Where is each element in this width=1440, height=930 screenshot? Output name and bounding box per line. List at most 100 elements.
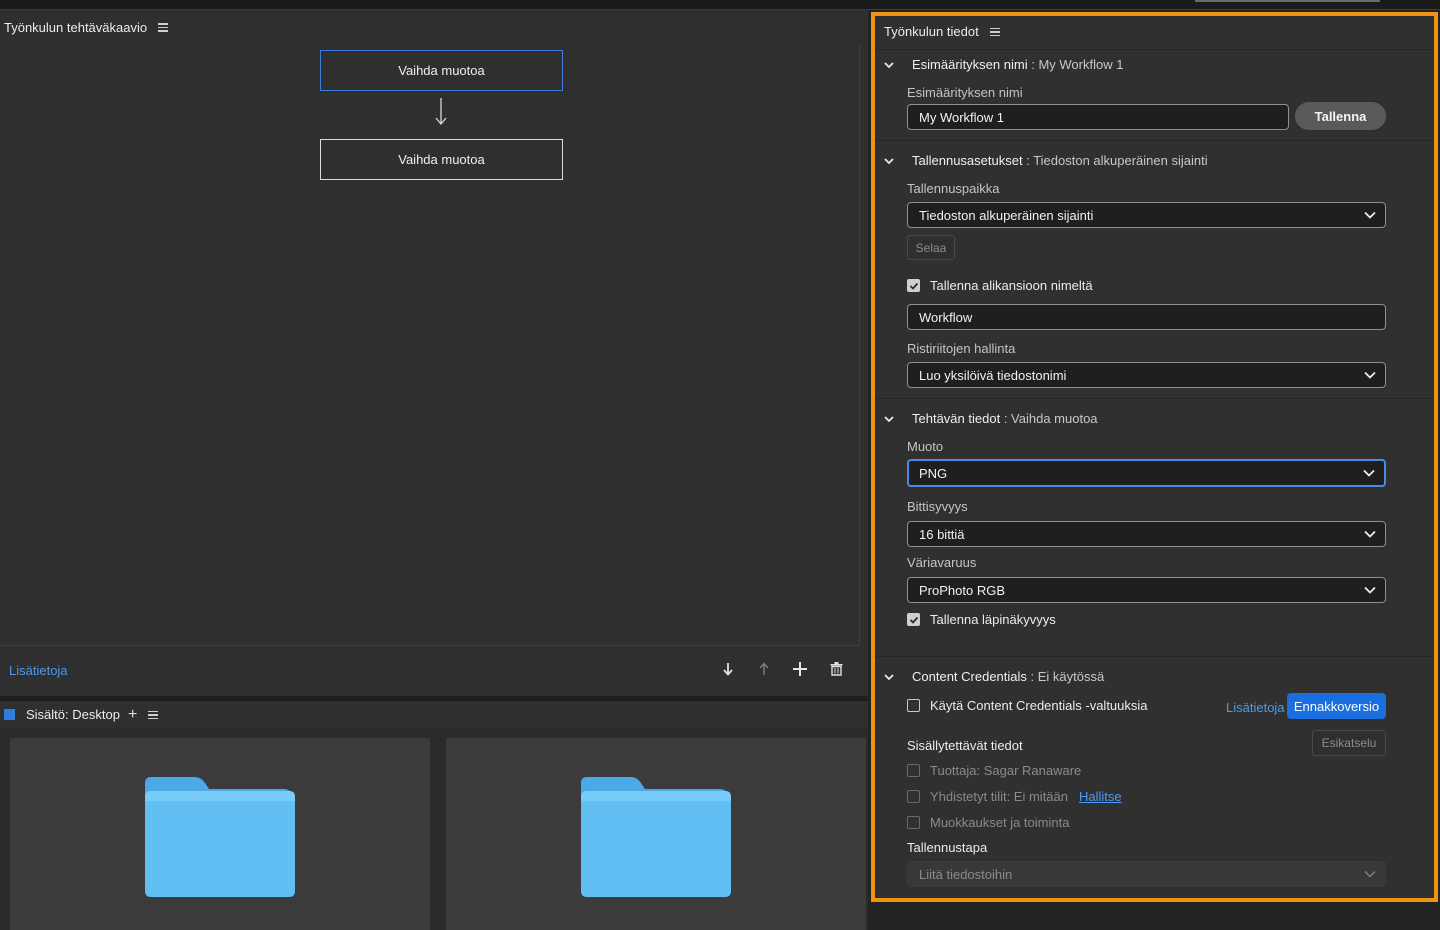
- save-preset-button[interactable]: Tallenna: [1295, 102, 1386, 130]
- chevron-down-icon: [1364, 371, 1376, 379]
- move-up-icon[interactable]: [755, 660, 773, 678]
- divider: [875, 398, 1434, 399]
- section-title: Content Credentials: [912, 669, 1027, 684]
- section-value: : Tiedoston alkuperäinen sijainti: [1026, 153, 1208, 168]
- workflow-footer: Lisätietoja: [0, 647, 868, 696]
- chevron-down-icon: [1364, 586, 1376, 594]
- checkmark-icon: [907, 279, 920, 292]
- checkbox-label: Tallenna alikansioon nimeltä: [930, 278, 1093, 293]
- use-credentials-checkbox[interactable]: Käytä Content Credentials -valtuuksia: [907, 698, 1148, 713]
- section-value: : Vaihda muotoa: [1003, 411, 1098, 426]
- folder-tile[interactable]: [10, 738, 430, 930]
- dropdown-value: PNG: [919, 465, 948, 481]
- format-label: Muoto: [907, 439, 944, 454]
- credentials-section-header[interactable]: Content Credentials : Ei käytössä: [884, 669, 1104, 684]
- toolbar-segment: [1195, 0, 1380, 2]
- content-title: Sisältö: Desktop: [26, 707, 120, 722]
- preset-name-label: Esimäärityksen nimi: [907, 85, 1023, 100]
- move-down-icon[interactable]: [719, 660, 737, 678]
- preset-name-input[interactable]: My Workflow 1: [907, 104, 1289, 130]
- storage-method-label: Tallennustapa: [907, 840, 988, 855]
- details-header: Työnkulun tiedot: [884, 24, 1000, 39]
- divider: [875, 49, 1434, 50]
- panel-title: Työnkulun tiedot: [884, 24, 979, 39]
- task-section-header[interactable]: Tehtävän tiedot : Vaihda muotoa: [884, 411, 1098, 426]
- trash-icon[interactable]: [827, 660, 845, 678]
- checkbox-label: Muokkaukset ja toiminta: [930, 815, 1070, 830]
- workflow-node[interactable]: Vaihda muotoa: [320, 50, 563, 91]
- divider: [875, 656, 1434, 657]
- node-label: Vaihda muotoa: [398, 63, 485, 78]
- folder-icon: [145, 777, 295, 897]
- edits-activity-checkbox[interactable]: Muokkaukset ja toiminta: [907, 815, 1069, 830]
- included-info-label: Sisällytettävät tiedot: [907, 738, 1023, 753]
- dropdown-value: Luo yksilöivä tiedostonimi: [919, 367, 1067, 383]
- checkbox-icon: [907, 790, 920, 803]
- workflow-chart-panel: Työnkulun tehtäväkaavio Vaihda muotoa Va…: [0, 10, 868, 696]
- input-value: My Workflow 1: [919, 109, 1004, 125]
- save-transparency-checkbox[interactable]: Tallenna läpinäkyvyys: [907, 612, 1056, 627]
- manage-link[interactable]: Hallitse: [1079, 789, 1122, 804]
- workflow-node[interactable]: Vaihda muotoa: [320, 139, 563, 180]
- format-dropdown[interactable]: PNG: [907, 459, 1386, 487]
- chevron-down-icon: [884, 157, 894, 164]
- checkbox-icon: [907, 764, 920, 777]
- content-panel-header: Sisältö: Desktop +: [0, 700, 868, 728]
- checkbox-label: Yhdistetyt tilit: Ei mitään: [930, 789, 1068, 804]
- learn-more-link[interactable]: Lisätietoja: [9, 663, 68, 678]
- producer-checkbox[interactable]: Tuottaja: Sagar Ranaware: [907, 763, 1081, 778]
- conflict-dropdown[interactable]: Luo yksilöivä tiedostonimi: [907, 362, 1386, 388]
- checkbox-icon: [907, 816, 920, 829]
- preset-section-header[interactable]: Esimäärityksen nimi : My Workflow 1: [884, 57, 1123, 72]
- divider: [875, 140, 1434, 141]
- chevron-down-icon: [884, 61, 894, 68]
- chevron-down-icon: [884, 415, 894, 422]
- content-browser: [0, 728, 868, 930]
- storage-method-dropdown[interactable]: Liitä tiedostoihin: [907, 861, 1386, 887]
- workflow-chart-header: Työnkulun tehtäväkaavio: [0, 10, 868, 44]
- browse-button[interactable]: Selaa: [907, 235, 955, 260]
- bit-depth-dropdown[interactable]: 16 bittiä: [907, 521, 1386, 547]
- save-settings-section-header[interactable]: Tallennusasetukset : Tiedoston alkuperäi…: [884, 153, 1208, 168]
- dropdown-value: ProPhoto RGB: [919, 582, 1005, 598]
- dropdown-value: Liitä tiedostoihin: [919, 866, 1013, 882]
- add-icon[interactable]: +: [128, 706, 137, 723]
- chevron-down-icon: [1364, 870, 1376, 878]
- folder-tile[interactable]: [446, 738, 866, 930]
- beta-button[interactable]: Ennakkoversio: [1287, 693, 1386, 719]
- checkbox-label: Tuottaja: Sagar Ranaware: [930, 763, 1082, 778]
- workflow-details-panel: Työnkulun tiedot Esimäärityksen nimi : M…: [871, 12, 1438, 902]
- hamburger-menu-icon[interactable]: [148, 710, 159, 719]
- connected-accounts-checkbox[interactable]: Yhdistetyt tilit: Ei mitään Hallitse: [907, 789, 1122, 804]
- save-location-dropdown[interactable]: Tiedoston alkuperäinen sijainti: [907, 202, 1386, 228]
- subfolder-checkbox[interactable]: Tallenna alikansioon nimeltä: [907, 278, 1093, 293]
- preview-button[interactable]: Esikatselu: [1312, 730, 1386, 756]
- folder-icon: [581, 777, 731, 897]
- conflict-label: Ristiriitojen hallinta: [907, 341, 1016, 356]
- dropdown-value: Tiedoston alkuperäinen sijainti: [919, 207, 1094, 223]
- workflow-canvas: Vaihda muotoa Vaihda muotoa: [0, 44, 860, 646]
- chevron-down-icon: [1363, 469, 1375, 477]
- arrow-down-icon: [435, 98, 447, 126]
- save-location-label: Tallennuspaikka: [907, 181, 1000, 196]
- section-title: Tallennusasetukset: [912, 153, 1023, 168]
- color-space-dropdown[interactable]: ProPhoto RGB: [907, 577, 1386, 603]
- checkbox-icon: [907, 699, 920, 712]
- panel-title: Työnkulun tehtäväkaavio: [4, 19, 148, 35]
- subfolder-name-input[interactable]: Workflow: [907, 304, 1386, 330]
- credentials-learn-more-link[interactable]: Lisätietoja: [1226, 700, 1285, 715]
- dropdown-value: 16 bittiä: [919, 526, 965, 542]
- add-icon[interactable]: [791, 660, 809, 678]
- checkbox-label: Käytä Content Credentials -valtuuksia: [930, 698, 1148, 713]
- chevron-down-icon: [884, 673, 894, 680]
- section-title: Esimäärityksen nimi: [912, 57, 1028, 72]
- section-value: : My Workflow 1: [1031, 57, 1124, 72]
- panel-color-icon: [4, 709, 15, 720]
- input-value: Workflow: [919, 309, 973, 325]
- hamburger-menu-icon[interactable]: [989, 27, 1000, 36]
- node-label: Vaihda muotoa: [398, 152, 485, 167]
- color-space-label: Väriavaruus: [907, 555, 977, 570]
- hamburger-menu-icon[interactable]: [158, 23, 169, 32]
- top-toolbar-strip: [0, 0, 1440, 10]
- chevron-down-icon: [1364, 530, 1376, 538]
